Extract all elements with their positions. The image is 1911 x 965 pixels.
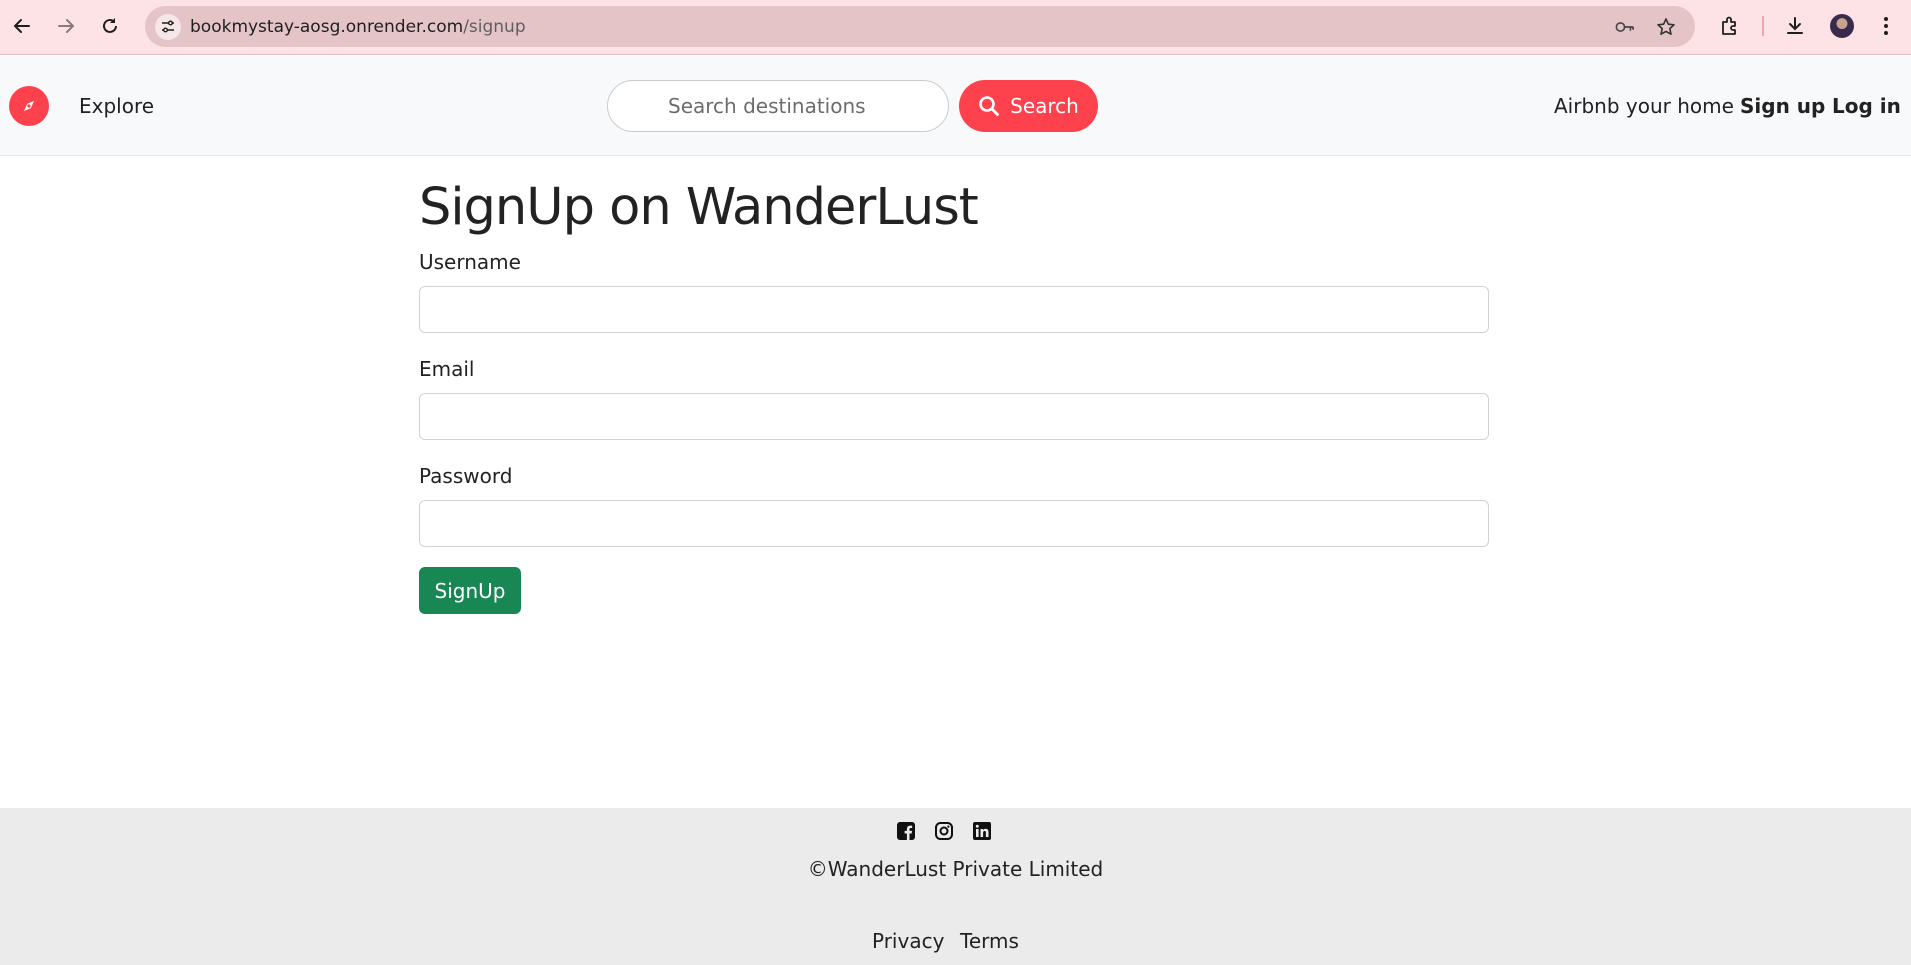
- password-key-icon[interactable]: [1615, 17, 1635, 37]
- airbnb-your-home-link[interactable]: Airbnb your home: [1554, 94, 1734, 118]
- address-bar[interactable]: bookmystay-aosg.onrender.com/signup: [145, 6, 1695, 47]
- site-navbar: Explore Search Airbnb your home Sign up …: [0, 56, 1911, 156]
- linkedin-icon[interactable]: [972, 821, 992, 841]
- more-menu-icon[interactable]: [1873, 12, 1899, 40]
- username-label: Username: [419, 250, 521, 274]
- back-arrow-icon[interactable]: [9, 12, 35, 40]
- search-icon: [978, 95, 1000, 117]
- page-title: SignUp on WanderLust: [419, 178, 979, 237]
- reload-icon[interactable]: [97, 12, 123, 40]
- login-link[interactable]: Log in: [1832, 94, 1901, 118]
- download-icon[interactable]: [1782, 12, 1808, 40]
- copyright-text: ©WanderLust Private Limited: [807, 857, 1104, 881]
- extensions-icon[interactable]: [1717, 12, 1743, 40]
- instagram-icon[interactable]: [934, 821, 954, 841]
- compass-icon[interactable]: [9, 86, 49, 126]
- privacy-link[interactable]: Privacy: [872, 929, 944, 953]
- password-label: Password: [419, 464, 513, 488]
- search-button[interactable]: Search: [959, 80, 1098, 132]
- url-host: bookmystay-aosg.onrender.com: [190, 17, 464, 37]
- explore-link[interactable]: Explore: [79, 94, 154, 118]
- profile-avatar[interactable]: [1830, 14, 1854, 38]
- site-settings-icon[interactable]: [155, 14, 181, 40]
- toolbar-separator: [1762, 16, 1764, 36]
- search-button-label: Search: [1010, 94, 1079, 118]
- forward-arrow-icon[interactable]: [53, 12, 79, 40]
- email-label: Email: [419, 357, 475, 381]
- search-input[interactable]: [607, 80, 949, 132]
- username-input[interactable]: [419, 286, 1489, 333]
- facebook-icon[interactable]: [896, 821, 916, 841]
- bookmark-star-icon[interactable]: [1656, 17, 1676, 37]
- signup-link[interactable]: Sign up: [1740, 94, 1825, 118]
- url-text: bookmystay-aosg.onrender.com/signup: [190, 17, 526, 37]
- site-footer: ©WanderLust Private Limited Privacy Term…: [0, 808, 1911, 965]
- terms-link[interactable]: Terms: [960, 929, 1019, 953]
- password-input[interactable]: [419, 500, 1489, 547]
- email-input[interactable]: [419, 393, 1489, 440]
- signup-submit-button[interactable]: SignUp: [419, 567, 521, 614]
- url-path: /signup: [463, 17, 526, 37]
- browser-toolbar: bookmystay-aosg.onrender.com/signup: [0, 0, 1911, 55]
